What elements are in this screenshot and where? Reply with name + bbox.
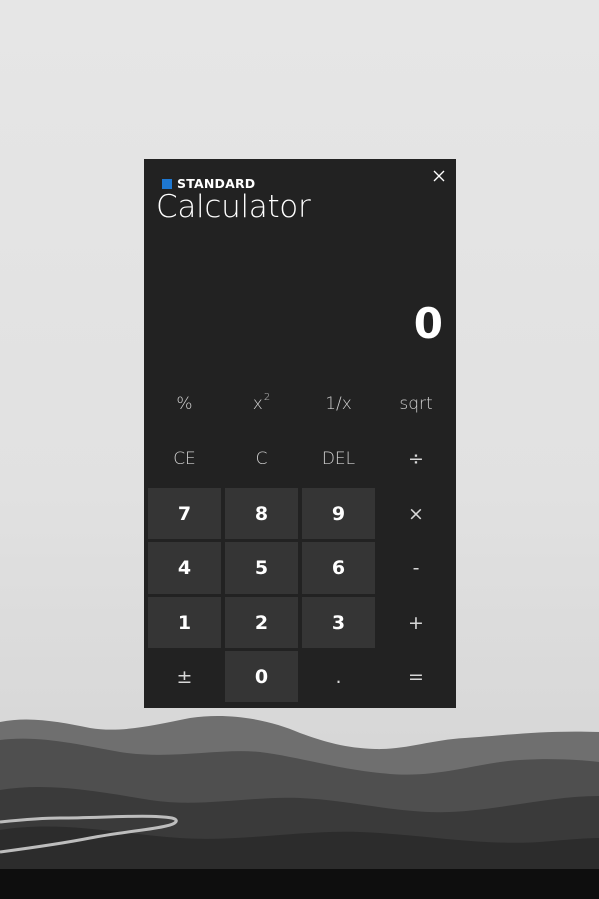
divide-button[interactable]: ÷ [379,433,453,485]
square-base-label: x [252,394,263,414]
digit-1-button[interactable]: 1 [148,597,221,648]
digit-6-button[interactable]: 6 [302,542,375,594]
square-button[interactable]: x2 [225,378,298,430]
clear-entry-button[interactable]: CE [148,433,221,485]
calculator-window: STANDARD Calculator 0 % x2 1/x sqrt CE C… [144,159,456,708]
square-exponent-label: 2 [263,391,271,403]
digit-9-button[interactable]: 9 [302,488,375,539]
taskbar [0,869,599,899]
multiply-button[interactable]: × [379,488,453,539]
app-title: Calculator [156,189,311,225]
decimal-button[interactable]: . [302,651,375,702]
negate-button[interactable]: ± [148,651,221,702]
mode-accent-icon [162,178,172,189]
clear-button[interactable]: C [225,433,298,485]
keypad: % x2 1/x sqrt CE C DEL ÷ 7 8 9 × 4 5 6 -… [148,378,455,702]
result-display: 0 [413,299,443,348]
digit-4-button[interactable]: 4 [148,542,221,594]
equals-button[interactable]: = [379,651,453,702]
digit-3-button[interactable]: 3 [302,597,375,648]
digit-7-button[interactable]: 7 [148,488,221,539]
reciprocal-button[interactable]: 1/x [302,378,375,430]
digit-2-button[interactable]: 2 [225,597,298,648]
percent-button[interactable]: % [148,378,221,430]
add-button[interactable]: + [379,597,453,648]
desktop-background: STANDARD Calculator 0 % x2 1/x sqrt CE C… [0,0,599,899]
digit-0-button[interactable]: 0 [225,651,298,702]
subtract-button[interactable]: - [379,542,453,594]
digit-8-button[interactable]: 8 [225,488,298,539]
close-icon [433,170,445,182]
sqrt-button[interactable]: sqrt [379,378,453,430]
digit-5-button[interactable]: 5 [225,542,298,594]
delete-button[interactable]: DEL [302,433,375,485]
close-button[interactable] [428,165,450,187]
